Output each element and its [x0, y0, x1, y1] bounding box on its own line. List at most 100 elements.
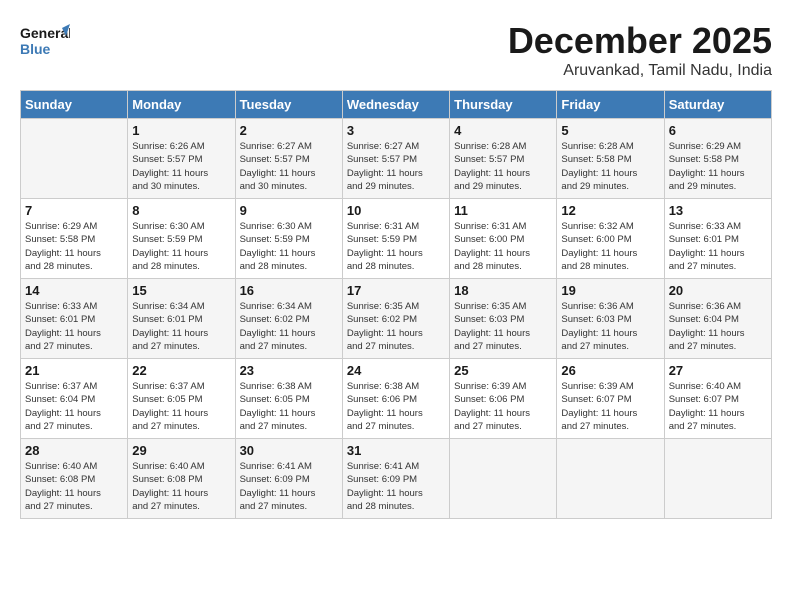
day-cell — [450, 439, 557, 519]
day-number: 10 — [347, 203, 445, 218]
day-info: Sunrise: 6:34 AM Sunset: 6:01 PM Dayligh… — [132, 300, 230, 353]
day-number: 1 — [132, 123, 230, 138]
day-cell: 5 Sunrise: 6:28 AM Sunset: 5:58 PM Daylig… — [557, 119, 664, 199]
day-number: 21 — [25, 363, 123, 378]
day-number: 26 — [561, 363, 659, 378]
day-number: 15 — [132, 283, 230, 298]
day-info: Sunrise: 6:40 AM Sunset: 6:08 PM Dayligh… — [132, 460, 230, 513]
day-number: 22 — [132, 363, 230, 378]
day-number: 6 — [669, 123, 767, 138]
title-block: December 2025 Aruvankad, Tamil Nadu, Ind… — [508, 20, 772, 80]
day-cell: 20 Sunrise: 6:36 AM Sunset: 6:04 PM Dayli… — [664, 279, 771, 359]
day-cell: 9 Sunrise: 6:30 AM Sunset: 5:59 PM Daylig… — [235, 199, 342, 279]
day-info: Sunrise: 6:33 AM Sunset: 6:01 PM Dayligh… — [25, 300, 123, 353]
day-cell: 10 Sunrise: 6:31 AM Sunset: 5:59 PM Dayli… — [342, 199, 449, 279]
day-cell: 12Sunrise: 6:32 AM Sunset: 6:00 PM Dayli… — [557, 199, 664, 279]
day-number: 30 — [240, 443, 338, 458]
day-info: Sunrise: 6:35 AM Sunset: 6:03 PM Dayligh… — [454, 300, 552, 353]
day-info: Sunrise: 6:41 AM Sunset: 6:09 PM Dayligh… — [240, 460, 338, 513]
day-number: 24 — [347, 363, 445, 378]
weekday-header-friday: Friday — [557, 91, 664, 119]
day-number: 11 — [454, 203, 552, 218]
day-info: Sunrise: 6:39 AM Sunset: 6:07 PM Dayligh… — [561, 380, 659, 433]
day-cell — [557, 439, 664, 519]
day-cell: 2Sunrise: 6:27 AM Sunset: 5:57 PM Daylig… — [235, 119, 342, 199]
svg-text:Blue: Blue — [20, 41, 51, 57]
day-number: 18 — [454, 283, 552, 298]
day-cell: 24 Sunrise: 6:38 AM Sunset: 6:06 PM Dayli… — [342, 359, 449, 439]
day-info: Sunrise: 6:30 AM Sunset: 5:59 PM Dayligh… — [132, 220, 230, 273]
day-number: 16 — [240, 283, 338, 298]
day-number: 9 — [240, 203, 338, 218]
day-info: Sunrise: 6:36 AM Sunset: 6:04 PM Dayligh… — [669, 300, 767, 353]
day-cell: 19 Sunrise: 6:36 AM Sunset: 6:03 PM Dayli… — [557, 279, 664, 359]
day-number: 23 — [240, 363, 338, 378]
week-row-1: 1 Sunrise: 6:26 AM Sunset: 5:57 PM Daylig… — [21, 119, 772, 199]
page-header: General Blue December 2025 Aruvankad, Ta… — [20, 20, 772, 80]
day-number: 28 — [25, 443, 123, 458]
weekday-header-monday: Monday — [128, 91, 235, 119]
day-info: Sunrise: 6:40 AM Sunset: 6:07 PM Dayligh… — [669, 380, 767, 433]
week-row-2: 7 Sunrise: 6:29 AM Sunset: 5:58 PM Daylig… — [21, 199, 772, 279]
day-cell: 7 Sunrise: 6:29 AM Sunset: 5:58 PM Daylig… — [21, 199, 128, 279]
day-info: Sunrise: 6:35 AM Sunset: 6:02 PM Dayligh… — [347, 300, 445, 353]
day-cell: 6 Sunrise: 6:29 AM Sunset: 5:58 PM Daylig… — [664, 119, 771, 199]
day-cell: 14Sunrise: 6:33 AM Sunset: 6:01 PM Dayli… — [21, 279, 128, 359]
day-number: 20 — [669, 283, 767, 298]
day-cell: 27Sunrise: 6:40 AM Sunset: 6:07 PM Dayli… — [664, 359, 771, 439]
week-row-3: 14Sunrise: 6:33 AM Sunset: 6:01 PM Dayli… — [21, 279, 772, 359]
day-cell — [21, 119, 128, 199]
day-cell: 22Sunrise: 6:37 AM Sunset: 6:05 PM Dayli… — [128, 359, 235, 439]
weekday-header-saturday: Saturday — [664, 91, 771, 119]
day-cell: 28 Sunrise: 6:40 AM Sunset: 6:08 PM Dayli… — [21, 439, 128, 519]
day-number: 25 — [454, 363, 552, 378]
day-info: Sunrise: 6:38 AM Sunset: 6:06 PM Dayligh… — [347, 380, 445, 433]
day-cell — [664, 439, 771, 519]
day-cell: 4Sunrise: 6:28 AM Sunset: 5:57 PM Daylig… — [450, 119, 557, 199]
day-number: 12 — [561, 203, 659, 218]
svg-text:General: General — [20, 25, 70, 41]
day-cell: 11Sunrise: 6:31 AM Sunset: 6:00 PM Dayli… — [450, 199, 557, 279]
day-number: 4 — [454, 123, 552, 138]
day-cell: 17 Sunrise: 6:35 AM Sunset: 6:02 PM Dayli… — [342, 279, 449, 359]
day-number: 5 — [561, 123, 659, 138]
day-number: 31 — [347, 443, 445, 458]
day-info: Sunrise: 6:31 AM Sunset: 5:59 PM Dayligh… — [347, 220, 445, 273]
weekday-header-thursday: Thursday — [450, 91, 557, 119]
day-info: Sunrise: 6:29 AM Sunset: 5:58 PM Dayligh… — [25, 220, 123, 273]
day-cell: 16Sunrise: 6:34 AM Sunset: 6:02 PM Dayli… — [235, 279, 342, 359]
day-info: Sunrise: 6:33 AM Sunset: 6:01 PM Dayligh… — [669, 220, 767, 273]
day-info: Sunrise: 6:26 AM Sunset: 5:57 PM Dayligh… — [132, 140, 230, 193]
logo: General Blue — [20, 20, 74, 60]
day-number: 7 — [25, 203, 123, 218]
day-number: 8 — [132, 203, 230, 218]
day-cell: 21 Sunrise: 6:37 AM Sunset: 6:04 PM Dayli… — [21, 359, 128, 439]
day-cell: 15 Sunrise: 6:34 AM Sunset: 6:01 PM Dayli… — [128, 279, 235, 359]
week-row-5: 28 Sunrise: 6:40 AM Sunset: 6:08 PM Dayli… — [21, 439, 772, 519]
day-info: Sunrise: 6:38 AM Sunset: 6:05 PM Dayligh… — [240, 380, 338, 433]
day-cell: 1 Sunrise: 6:26 AM Sunset: 5:57 PM Daylig… — [128, 119, 235, 199]
day-cell: 3Sunrise: 6:27 AM Sunset: 5:57 PM Daylig… — [342, 119, 449, 199]
day-cell: 26 Sunrise: 6:39 AM Sunset: 6:07 PM Dayli… — [557, 359, 664, 439]
day-info: Sunrise: 6:37 AM Sunset: 6:04 PM Dayligh… — [25, 380, 123, 433]
day-number: 2 — [240, 123, 338, 138]
weekday-header-row: SundayMondayTuesdayWednesdayThursdayFrid… — [21, 91, 772, 119]
day-number: 17 — [347, 283, 445, 298]
day-info: Sunrise: 6:36 AM Sunset: 6:03 PM Dayligh… — [561, 300, 659, 353]
day-cell: 30 Sunrise: 6:41 AM Sunset: 6:09 PM Dayli… — [235, 439, 342, 519]
day-number: 13 — [669, 203, 767, 218]
logo-icon: General Blue — [20, 20, 70, 60]
day-cell: 13 Sunrise: 6:33 AM Sunset: 6:01 PM Dayli… — [664, 199, 771, 279]
day-info: Sunrise: 6:29 AM Sunset: 5:58 PM Dayligh… — [669, 140, 767, 193]
day-cell: 29Sunrise: 6:40 AM Sunset: 6:08 PM Dayli… — [128, 439, 235, 519]
day-info: Sunrise: 6:40 AM Sunset: 6:08 PM Dayligh… — [25, 460, 123, 513]
day-number: 19 — [561, 283, 659, 298]
day-info: Sunrise: 6:28 AM Sunset: 5:58 PM Dayligh… — [561, 140, 659, 193]
day-info: Sunrise: 6:30 AM Sunset: 5:59 PM Dayligh… — [240, 220, 338, 273]
day-cell: 31Sunrise: 6:41 AM Sunset: 6:09 PM Dayli… — [342, 439, 449, 519]
day-cell: 25Sunrise: 6:39 AM Sunset: 6:06 PM Dayli… — [450, 359, 557, 439]
day-cell: 18 Sunrise: 6:35 AM Sunset: 6:03 PM Dayli… — [450, 279, 557, 359]
day-number: 3 — [347, 123, 445, 138]
calendar-table: SundayMondayTuesdayWednesdayThursdayFrid… — [20, 90, 772, 519]
location: Aruvankad, Tamil Nadu, India — [508, 62, 772, 80]
